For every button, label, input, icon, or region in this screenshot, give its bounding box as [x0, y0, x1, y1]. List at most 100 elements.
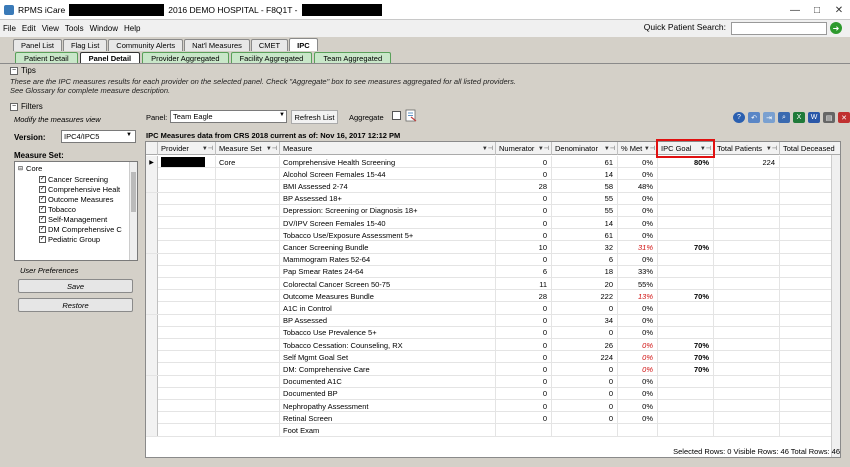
filter-icon[interactable]: ▼⊣	[202, 145, 213, 152]
restore-button[interactable]: Restore	[18, 298, 133, 312]
minimize-button[interactable]: —	[784, 0, 806, 20]
filter-icon[interactable]: ▼⊣	[766, 145, 777, 152]
row-selector[interactable]	[146, 339, 158, 351]
table-row[interactable]: DV/IPV Screen Females 15-40 0 14 0%	[146, 217, 840, 230]
tab-panel-list[interactable]: Panel List	[13, 39, 62, 51]
tree-item-outcome-measures[interactable]: ✓ Outcome Measures	[39, 195, 113, 204]
column-provider[interactable]: Provider ▼⊣	[158, 142, 216, 155]
tree-item-dm-comprehensive[interactable]: ✓ DM Comprehensive C	[39, 225, 122, 234]
checkbox-checked-icon[interactable]: ✓	[39, 216, 46, 223]
column-pct-met[interactable]: % Met ▼⊣	[618, 142, 658, 155]
chevron-down-icon[interactable]: ▼	[279, 112, 285, 118]
table-row[interactable]: Foot Exam	[146, 424, 840, 437]
filter-icon[interactable]: ▼⊣	[604, 145, 615, 152]
checkbox-checked-icon[interactable]: ✓	[39, 226, 46, 233]
filter-icon[interactable]: ▼⊣	[266, 145, 277, 152]
row-selector[interactable]	[146, 241, 158, 254]
table-row[interactable]: Tobacco Use Prevalence 5+ 0 0 0%	[146, 326, 840, 339]
row-selector[interactable]	[146, 412, 158, 425]
checkbox-checked-icon[interactable]: ✓	[39, 206, 46, 213]
column-denominator[interactable]: Denominator ▼⊣	[552, 142, 618, 155]
checkbox-checked-icon[interactable]: ✓	[39, 196, 46, 203]
word-icon[interactable]: W	[808, 112, 820, 123]
table-row[interactable]: Depression: Screening or Diagnosis 18+ 0 5…	[146, 204, 840, 217]
tree-item-tobacco[interactable]: ✓ Tobacco	[39, 205, 76, 214]
row-selector[interactable]	[146, 387, 158, 400]
grid-scrollbar[interactable]	[831, 155, 840, 457]
table-row[interactable]: Cancer Screening Bundle 10 32 31% 70%	[146, 241, 840, 254]
row-selector[interactable]	[146, 400, 158, 412]
save-button[interactable]: Save	[18, 279, 133, 293]
tips-header[interactable]: − Tips	[10, 66, 36, 75]
row-selector[interactable]	[146, 302, 158, 315]
column-numerator[interactable]: Numerator ▼⊣	[496, 142, 552, 155]
column-total-deceased[interactable]: Total Deceased	[780, 142, 840, 155]
menu-view[interactable]: View	[39, 24, 62, 33]
menu-window[interactable]: Window	[87, 24, 121, 33]
row-selector[interactable]	[146, 192, 158, 205]
tab-natl-measures[interactable]: Nat'l Measures	[184, 39, 250, 51]
filter-icon[interactable]: ▼⊣	[482, 145, 493, 152]
row-selector[interactable]	[146, 229, 158, 242]
collapse-minus-icon[interactable]: −	[10, 66, 18, 75]
table-row[interactable]: Documented BP 0 0 0%	[146, 387, 840, 400]
table-row[interactable]: Outcome Measures Bundle 28 222 13% 70%	[146, 290, 840, 303]
table-row[interactable]: Documented A1C 0 0 0%	[146, 375, 840, 388]
row-selector[interactable]	[146, 326, 158, 339]
undo-icon[interactable]: ↶	[748, 112, 760, 123]
row-selector[interactable]	[146, 314, 158, 327]
row-selector[interactable]: ▶	[146, 156, 158, 168]
tab-ipc[interactable]: IPC	[289, 38, 318, 51]
column-total-patients[interactable]: Total Patients ▼⊣	[714, 142, 780, 155]
collapse-minus-icon[interactable]: −	[10, 102, 18, 111]
tree-scrollbar[interactable]	[129, 162, 137, 260]
table-row[interactable]: Alcohol Screen Females 15-44 0 14 0%	[146, 168, 840, 181]
menu-edit[interactable]: Edit	[19, 24, 39, 33]
go-arrow-icon[interactable]: ➜	[830, 22, 842, 34]
table-row[interactable]: BP Assessed 18+ 0 55 0%	[146, 192, 840, 205]
table-row[interactable]: Self Mgmt Goal Set 0 224 0% 70%	[146, 351, 840, 364]
row-selector[interactable]	[146, 290, 158, 303]
find-icon[interactable]: ⌕	[778, 112, 790, 123]
table-row[interactable]: ▶ Core Comprehensive Health Screening 0 61 0%…	[146, 156, 840, 169]
checkbox-checked-icon[interactable]: ✓	[39, 186, 46, 193]
menu-file[interactable]: File	[0, 24, 19, 33]
filter-icon[interactable]: ▼⊣	[538, 145, 549, 152]
table-row[interactable]: Tobacco Cessation: Counseling, RX 0 26 0% 70…	[146, 339, 840, 352]
tree-item-self-management[interactable]: ✓ Self-Management	[39, 215, 107, 224]
row-selector[interactable]	[146, 253, 158, 266]
table-row[interactable]: Pap Smear Rates 24-64 6 18 33%	[146, 265, 840, 278]
tab-flag-list[interactable]: Flag List	[62, 39, 108, 51]
table-row[interactable]: A1C in Control 0 0 0%	[146, 302, 840, 315]
table-row[interactable]: Colorectal Cancer Screen 50-75 11 20 55%	[146, 278, 840, 291]
table-row[interactable]: DM: Comprehensive Care 0 0 0% 70%	[146, 363, 840, 376]
menu-help[interactable]: Help	[121, 24, 143, 33]
filter-icon[interactable]: ▼⊣	[644, 145, 655, 152]
row-selector[interactable]	[146, 278, 158, 290]
row-selector[interactable]	[146, 363, 158, 376]
tab-community-alerts[interactable]: Community Alerts	[108, 39, 184, 51]
filters-header[interactable]: − Filters	[10, 102, 43, 111]
column-measure-set[interactable]: Measure Set ▼⊣	[216, 142, 280, 155]
row-selector[interactable]	[146, 180, 158, 193]
checkbox-checked-icon[interactable]: ✓	[39, 236, 46, 243]
version-select[interactable]: IPC4/IPC5 ▼	[61, 130, 136, 143]
aggregate-report-icon[interactable]	[405, 109, 417, 122]
close-icon[interactable]: ✕	[838, 112, 850, 123]
row-selector[interactable]	[146, 375, 158, 388]
row-selector[interactable]	[146, 204, 158, 217]
tree-item-cancer-screening[interactable]: ✓ Cancer Screening	[39, 175, 108, 184]
excel-icon[interactable]: X	[793, 112, 805, 123]
tree-item-pediatric-group[interactable]: ✓ Pediatric Group	[39, 235, 100, 244]
maximize-button[interactable]: □	[806, 0, 828, 20]
scroll-thumb[interactable]	[131, 172, 136, 212]
tree-root[interactable]: ⊟ Core	[18, 164, 42, 173]
table-row[interactable]: Retinal Screen 0 0 0%	[146, 412, 840, 425]
tree-expand-icon[interactable]: ⊟	[18, 165, 23, 172]
tree-item-comprehensive-health[interactable]: ✓ Comprehensive Healt	[39, 185, 120, 194]
checkbox-checked-icon[interactable]: ✓	[39, 176, 46, 183]
row-selector[interactable]	[146, 168, 158, 181]
chevron-down-icon[interactable]: ▼	[124, 132, 134, 141]
row-selector[interactable]	[146, 265, 158, 278]
table-row[interactable]: Mammogram Rates 52-64 0 6 0%	[146, 253, 840, 266]
